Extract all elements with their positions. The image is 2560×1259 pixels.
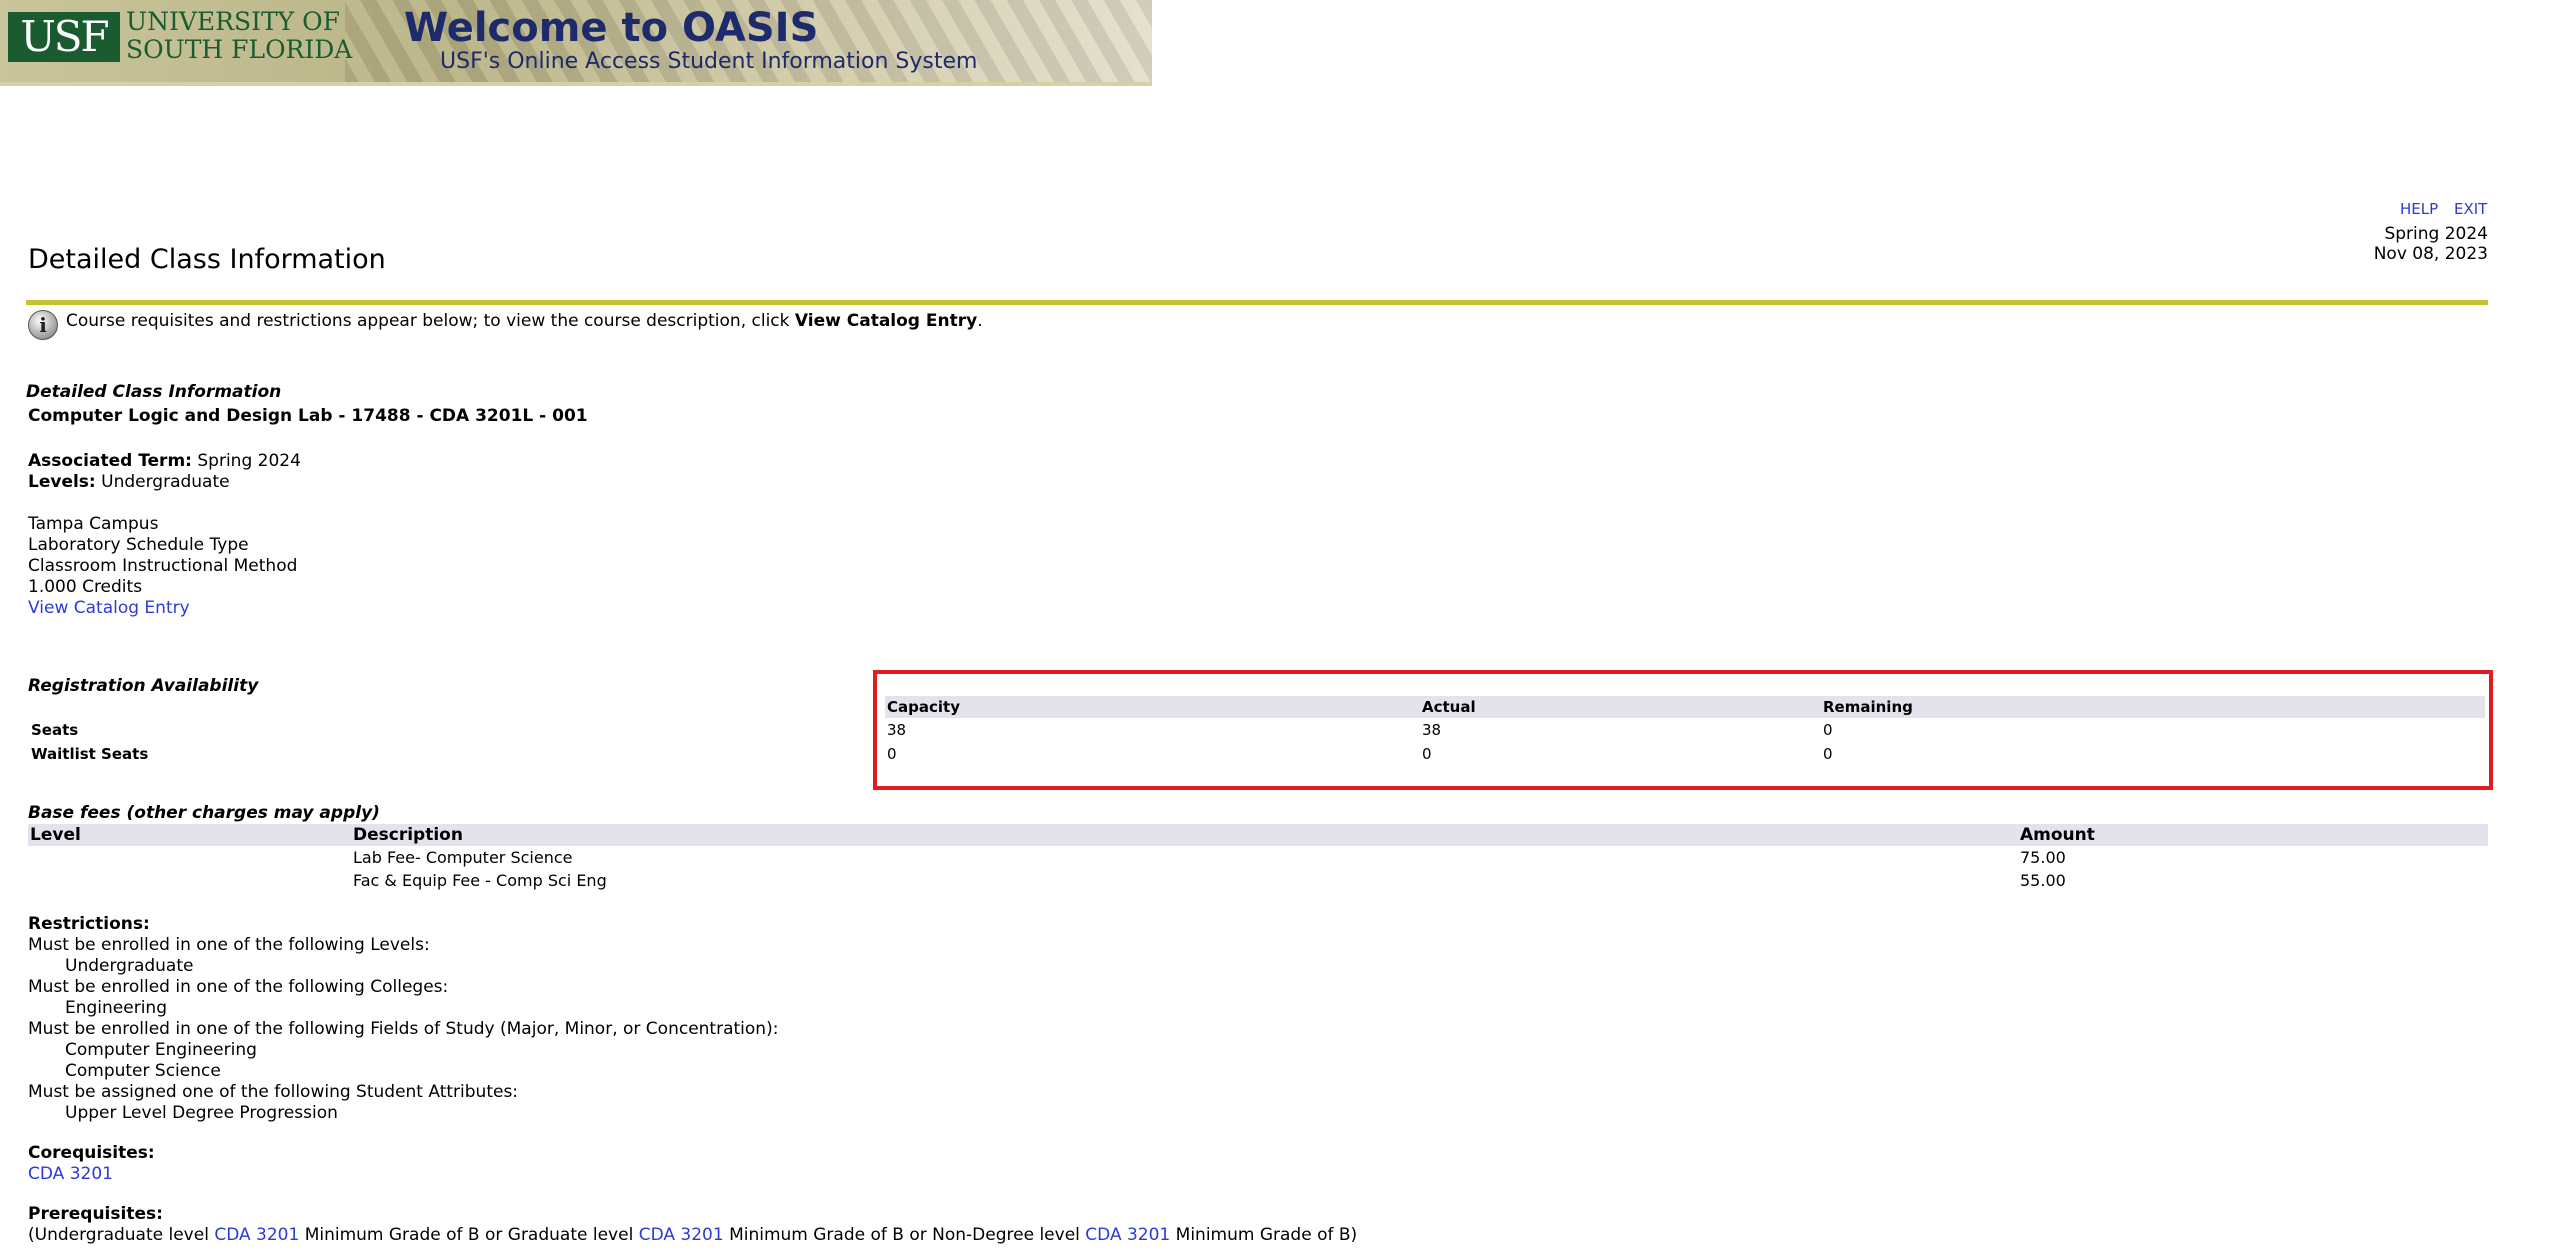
restrictions-heading: Restrictions: — [28, 914, 150, 935]
university-name-line2: SOUTH FLORIDA — [126, 35, 353, 64]
prereq-text: Minimum Grade of B or Graduate level — [299, 1225, 639, 1245]
levels-line: Levels: Undergraduate — [28, 472, 230, 493]
levels-value: Undergraduate — [101, 472, 230, 492]
current-term: Spring 2024 — [2384, 224, 2488, 244]
prereq-course-link[interactable]: CDA 3201 — [1085, 1225, 1170, 1245]
credits: 1.000 Credits — [28, 577, 143, 597]
associated-term-label: Associated Term: — [28, 451, 192, 471]
info-catalog-reference: View Catalog Entry — [794, 311, 978, 331]
fee-description: Fac & Equip Fee - Comp Sci Eng — [353, 871, 607, 890]
amount-header: Amount — [2018, 824, 2488, 846]
fee-amount: 75.00 — [2020, 848, 2066, 867]
help-link[interactable]: HELP — [2400, 200, 2438, 218]
seats-label: Seats — [31, 721, 79, 739]
base-fees-heading: Base fees (other charges may apply) — [28, 803, 380, 823]
prereq-text: (Undergraduate level — [28, 1225, 215, 1245]
university-name: UNIVERSITY OF SOUTH FLORIDA — [126, 8, 352, 64]
instructional-method: Classroom Instructional Method — [28, 556, 298, 576]
prerequisites-text: (Undergraduate level CDA 3201 Minimum Gr… — [28, 1225, 1357, 1246]
seats-capacity: 38 — [887, 721, 907, 739]
waitlist-remaining: 0 — [1823, 745, 1833, 763]
page-title: Detailed Class Information — [28, 244, 386, 275]
info-text-after: . — [977, 311, 983, 331]
prereq-course-link[interactable]: CDA 3201 — [214, 1225, 299, 1245]
capacity-header: Capacity — [885, 696, 1420, 718]
seats-row: 38 38 0 — [885, 718, 2485, 742]
level-header: Level — [28, 824, 351, 846]
seats-remaining: 0 — [1823, 721, 1833, 739]
table-row: Lab Fee- Computer Science 75.00 — [28, 846, 2488, 869]
info-message: Course requisites and restrictions appea… — [66, 311, 983, 331]
corequisites-heading: Corequisites: — [28, 1143, 155, 1164]
university-name-line1: UNIVERSITY OF — [126, 7, 340, 36]
remaining-header: Remaining — [1821, 696, 2485, 718]
corequisites-heading-text: Corequisites: — [28, 1143, 155, 1163]
associated-term-value: Spring 2024 — [197, 451, 301, 471]
section-heading: Detailed Class Information — [26, 382, 282, 402]
restriction-colleges-value: Engineering — [65, 998, 167, 1018]
prerequisites-heading-text: Prerequisites: — [28, 1204, 163, 1224]
waitlist-row: 0 0 0 — [885, 742, 2485, 766]
oasis-banner: USF UNIVERSITY OF SOUTH FLORIDA Welcome … — [0, 0, 1152, 86]
seats-actual: 38 — [1422, 721, 1442, 739]
welcome-heading: Welcome to OASIS — [404, 5, 819, 51]
exit-link[interactable]: EXIT — [2454, 200, 2487, 218]
restriction-fields-value: Computer Engineering — [65, 1040, 257, 1060]
title-divider — [26, 300, 2488, 305]
associated-term-line: Associated Term: Spring 2024 — [28, 451, 301, 472]
fee-description: Lab Fee- Computer Science — [353, 848, 573, 867]
current-date: Nov 08, 2023 — [2373, 244, 2488, 264]
prereq-text: Minimum Grade of B or Non-Degree level — [723, 1225, 1086, 1245]
banner-subtitle: USF's Online Access Student Information … — [440, 49, 978, 74]
waitlist-seats-label: Waitlist Seats — [31, 745, 149, 763]
prerequisites-heading: Prerequisites: — [28, 1204, 163, 1225]
fees-header-row: Level Description Amount — [28, 824, 2488, 846]
restriction-colleges-rule: Must be enrolled in one of the following… — [28, 977, 449, 997]
registration-availability-heading: Registration Availability — [28, 676, 259, 696]
schedule-type: Laboratory Schedule Type — [28, 535, 249, 555]
restriction-levels-value: Undergraduate — [65, 956, 194, 976]
availability-table: Capacity Actual Remaining 38 38 0 0 0 0 — [885, 696, 2485, 766]
restrictions-heading-text: Restrictions: — [28, 914, 150, 934]
info-text-before: Course requisites and restrictions appea… — [66, 311, 795, 331]
restriction-fields-value: Computer Science — [65, 1061, 221, 1081]
waitlist-actual: 0 — [1422, 745, 1432, 763]
class-title: Computer Logic and Design Lab - 17488 - … — [28, 406, 588, 426]
waitlist-capacity: 0 — [887, 745, 897, 763]
fee-level — [28, 869, 351, 892]
fee-level — [28, 846, 351, 869]
description-header: Description — [351, 824, 2018, 846]
restriction-attributes-rule: Must be assigned one of the following St… — [28, 1082, 519, 1102]
restriction-attributes-value: Upper Level Degree Progression — [65, 1103, 338, 1123]
usf-logo: USF — [8, 12, 120, 62]
restriction-fields-rule: Must be enrolled in one of the following… — [28, 1019, 779, 1039]
restriction-levels-rule: Must be enrolled in one of the following… — [28, 935, 430, 955]
levels-label: Levels: — [28, 472, 96, 492]
prereq-text: Minimum Grade of B) — [1170, 1225, 1358, 1245]
prereq-course-link[interactable]: CDA 3201 — [639, 1225, 724, 1245]
actual-header: Actual — [1420, 696, 1821, 718]
term-date-block: Spring 2024 Nov 08, 2023 — [2374, 224, 2488, 264]
availability-header-row: Capacity Actual Remaining — [885, 696, 2485, 718]
fees-table: Level Description Amount Lab Fee- Comput… — [28, 824, 2488, 892]
info-icon: i — [28, 310, 58, 340]
view-catalog-entry-link[interactable]: View Catalog Entry — [28, 598, 190, 619]
table-row: Fac & Equip Fee - Comp Sci Eng 55.00 — [28, 869, 2488, 892]
fee-amount: 55.00 — [2020, 871, 2066, 890]
campus: Tampa Campus — [28, 514, 159, 534]
corequisite-course-link[interactable]: CDA 3201 — [28, 1164, 113, 1185]
